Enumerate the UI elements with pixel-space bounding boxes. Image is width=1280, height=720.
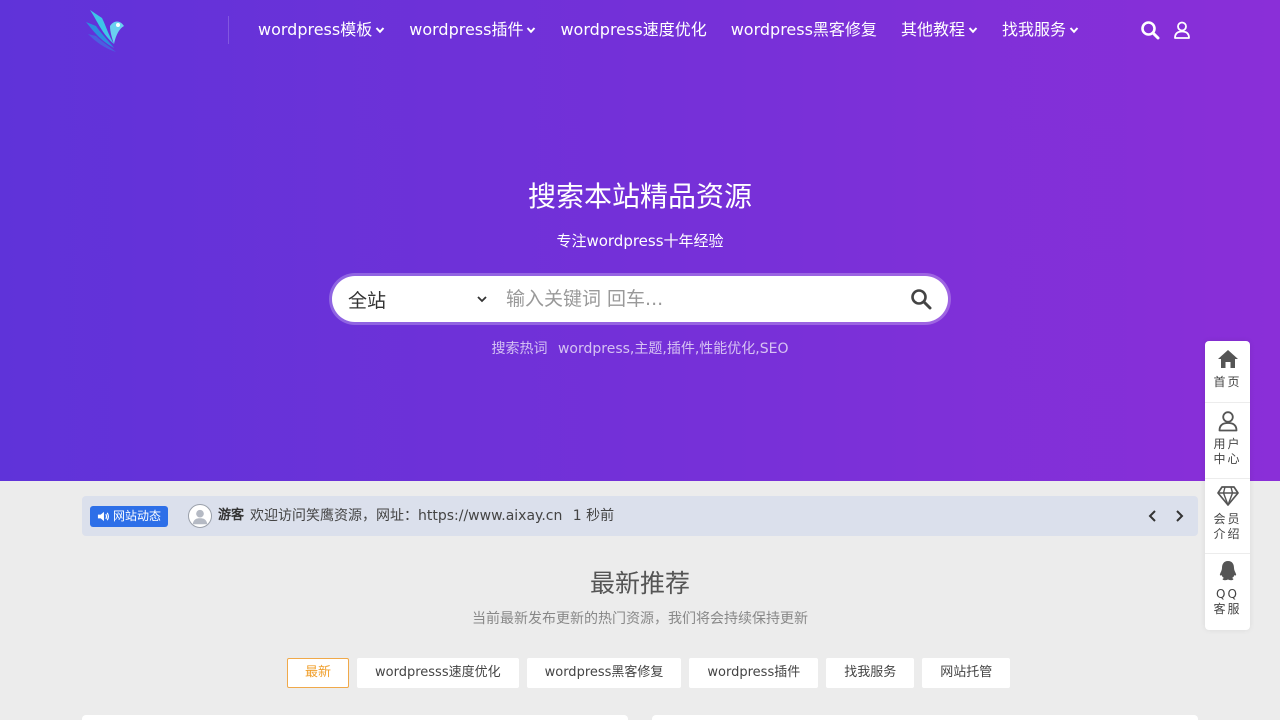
filter-tab-hack-repair[interactable]: wordpress黑客修复: [526, 658, 682, 688]
activity-time: 1 秒前: [572, 508, 615, 524]
user-icon[interactable]: [1172, 20, 1192, 40]
nav-divider: [228, 16, 229, 44]
section-title: 最新推荐: [589, 569, 690, 598]
divider: [1205, 553, 1250, 554]
filter-tab-speed[interactable]: wordpresss速度优化: [357, 658, 519, 688]
chevron-right-icon[interactable]: [1170, 507, 1188, 525]
post-card[interactable]: [652, 715, 1198, 720]
main-menu: wordpress模板 wordpress插件 wordpress速度优化 wo…: [258, 18, 1103, 42]
sidebar-item-qq[interactable]: QQ客服: [1205, 559, 1250, 617]
search-scope-select[interactable]: 全站: [348, 276, 488, 322]
hero-banner: wordpress模板 wordpress插件 wordpress速度优化 wo…: [0, 0, 1280, 481]
search-scope-value: 全站: [348, 289, 387, 312]
post-card[interactable]: [82, 715, 628, 720]
nav-item-services[interactable]: 找我服务: [1002, 18, 1079, 42]
qq-icon: [1219, 561, 1236, 581]
chevron-down-icon: [968, 27, 978, 34]
nav-item-label: wordpress速度优化: [560, 20, 707, 39]
sidebar-item-user-center[interactable]: 用户中心: [1205, 409, 1250, 467]
section-subtitle: 当前最新发布更新的热门资源，我们将会持续保持更新: [472, 611, 808, 627]
activity-message: 欢迎访问笑鹰资源，网址：https://www.aixay.cn 1 秒前: [250, 506, 614, 526]
sidebar-item-label: 用户中心: [1213, 437, 1242, 466]
search-input[interactable]: [506, 284, 896, 314]
top-navbar: wordpress模板 wordpress插件 wordpress速度优化 wo…: [0, 0, 1280, 60]
sidebar-item-label: QQ客服: [1213, 587, 1242, 616]
site-activity-ticker: 网站动态 游客 欢迎访问笑鹰资源，网址：https://www.aixay.cn…: [82, 496, 1198, 536]
nav-icons: [1140, 20, 1204, 40]
chevron-down-icon: [375, 27, 385, 34]
nav-item-label: wordpress黑客修复: [730, 20, 877, 39]
activity-text: 欢迎访问笑鹰资源，网址：https://www.aixay.cn: [250, 508, 563, 524]
activity-badge: 网站动态: [90, 506, 169, 527]
filter-tab-hosting[interactable]: 网站托管: [922, 658, 1011, 688]
sidebar-item-label: 首页: [1213, 375, 1242, 389]
diamond-icon: [1216, 486, 1239, 506]
nav-item-templates[interactable]: wordpress模板: [258, 18, 385, 42]
user-icon: [1218, 411, 1237, 432]
home-icon: [1217, 350, 1238, 368]
nav-item-label: 其他教程: [900, 20, 965, 39]
nav-item-hack-repair[interactable]: wordpress黑客修复: [731, 18, 877, 42]
chevron-down-icon: [1069, 27, 1079, 34]
hero-search-box: 全站: [332, 276, 948, 322]
divider: [1205, 402, 1250, 403]
filter-tab-services[interactable]: 找我服务: [826, 658, 915, 688]
chevron-left-icon[interactable]: [1144, 507, 1162, 525]
speaker-icon: [97, 511, 109, 522]
chevron-down-icon: [527, 27, 536, 34]
sidebar-item-label: 会员介绍: [1213, 512, 1242, 541]
nav-item-label: 找我服务: [1001, 20, 1066, 39]
sidebar-item-vip[interactable]: 会员介绍: [1205, 484, 1250, 542]
nav-item-plugins[interactable]: wordpress插件: [409, 18, 536, 42]
search-icon[interactable]: [1140, 20, 1160, 40]
site-logo[interactable]: [84, 4, 194, 56]
sidebar-item-home[interactable]: 首页: [1205, 347, 1250, 390]
floating-sidebar: 首页 用户中心 会员介绍 QQ客服: [1205, 341, 1250, 630]
nav-item-speed[interactable]: wordpress速度优化: [560, 18, 706, 42]
hot-keywords: 搜索热词 wordpress,主题,插件,性能优化,SEO: [0, 338, 1280, 360]
filter-tab-latest[interactable]: 最新: [287, 658, 350, 688]
nav-item-tutorials[interactable]: 其他教程: [901, 18, 978, 42]
activity-badge-label: 网站动态: [113, 509, 162, 523]
search-submit-icon[interactable]: [910, 288, 932, 310]
avatar: [188, 504, 212, 528]
filter-tab-plugins[interactable]: wordpress插件: [689, 658, 819, 688]
category-filter-tabs: 最新 wordpresss速度优化 wordpress黑客修复 wordpres…: [287, 658, 1018, 688]
hot-keywords-list[interactable]: wordpress,主题,插件,性能优化,SEO: [558, 341, 789, 357]
hero-subtitle: 专注wordpress十年经验: [556, 232, 724, 250]
nav-item-label: wordpress插件: [409, 20, 524, 39]
hero-title: 搜索本站精品资源: [527, 180, 752, 213]
hot-keywords-label: 搜索热词: [491, 341, 548, 357]
activity-user: 游客: [218, 508, 245, 523]
nav-item-label: wordpress模板: [258, 20, 373, 39]
chevron-down-icon: [477, 296, 487, 303]
divider: [1205, 478, 1250, 479]
ticker-controls: [1144, 507, 1196, 525]
